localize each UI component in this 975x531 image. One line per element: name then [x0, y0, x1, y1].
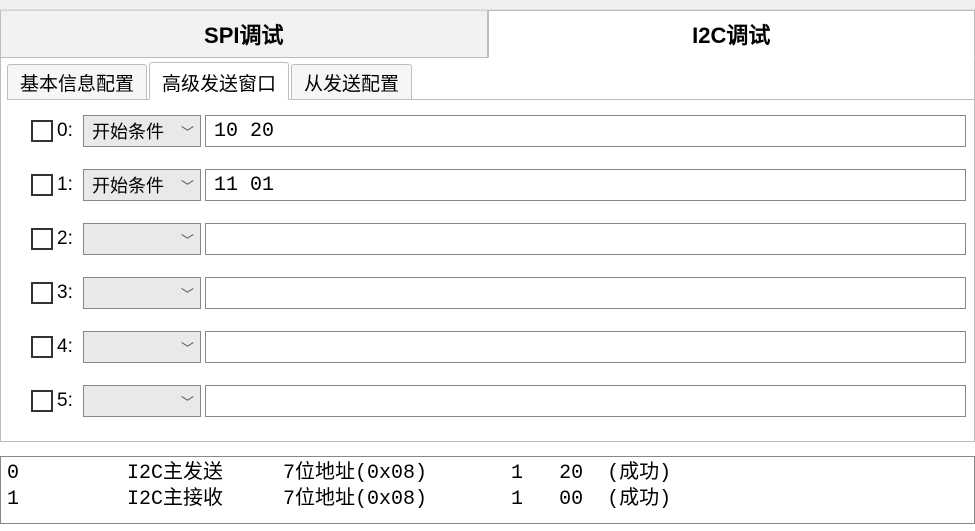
send-row: 1: 开始条件 ﹀: [31, 168, 966, 202]
row-index-label: 1:: [57, 174, 83, 196]
log-output[interactable]: 0 I2C主发送 7位地址(0x08) 1 20 (成功) 1 I2C主接收 7…: [0, 456, 975, 524]
row-condition-select[interactable]: ﹀: [83, 223, 201, 255]
tab-i2c[interactable]: I2C调试: [488, 10, 975, 58]
row-checkbox[interactable]: [31, 120, 53, 142]
log-line: 1 I2C主接收 7位地址(0x08) 1 00 (成功): [7, 488, 671, 511]
row-condition-select[interactable]: 开始条件 ﹀: [83, 115, 201, 147]
row-condition-select[interactable]: ﹀: [83, 331, 201, 363]
tab-basic-config-label: 基本信息配置: [20, 74, 134, 95]
row-condition-select[interactable]: ﹀: [83, 277, 201, 309]
row-checkbox[interactable]: [31, 174, 53, 196]
chevron-down-icon: ﹀: [181, 122, 194, 141]
toolbar-strip: [0, 0, 975, 10]
tab-spi-label: SPI调试: [204, 18, 283, 50]
row-index-label: 4:: [57, 336, 83, 358]
row-data-input[interactable]: [205, 223, 966, 255]
send-rows: 0: 开始条件 ﹀ 1: 开始条件 ﹀ 2: ﹀: [31, 114, 966, 418]
row-checkbox[interactable]: [31, 390, 53, 412]
chevron-down-icon: ﹀: [181, 230, 194, 249]
row-data-input[interactable]: [205, 331, 966, 363]
chevron-down-icon: ﹀: [181, 176, 194, 195]
advanced-send-panel: 0: 开始条件 ﹀ 1: 开始条件 ﹀ 2: ﹀: [0, 100, 975, 442]
send-row: 3: ﹀: [31, 276, 966, 310]
send-row: 0: 开始条件 ﹀: [31, 114, 966, 148]
row-data-input[interactable]: [205, 385, 966, 417]
tab-i2c-label: I2C调试: [692, 18, 770, 50]
main-tabs: SPI调试 I2C调试: [0, 10, 975, 58]
log-line: 0 I2C主发送 7位地址(0x08) 1 20 (成功): [7, 462, 671, 485]
row-index-label: 2:: [57, 228, 83, 250]
chevron-down-icon: ﹀: [181, 284, 194, 303]
row-data-input[interactable]: [205, 115, 966, 147]
row-checkbox[interactable]: [31, 282, 53, 304]
row-data-input[interactable]: [205, 277, 966, 309]
sub-tabs-container: 基本信息配置 高级发送窗口 从发送配置: [0, 58, 975, 100]
row-condition-value: 开始条件: [92, 172, 164, 198]
tab-basic-config[interactable]: 基本信息配置: [7, 64, 147, 100]
row-index-label: 5:: [57, 390, 83, 412]
send-row: 5: ﹀: [31, 384, 966, 418]
send-row: 4: ﹀: [31, 330, 966, 364]
chevron-down-icon: ﹀: [181, 338, 194, 357]
chevron-down-icon: ﹀: [181, 392, 194, 411]
row-condition-value: 开始条件: [92, 118, 164, 144]
send-row: 2: ﹀: [31, 222, 966, 256]
sub-tabs: 基本信息配置 高级发送窗口 从发送配置: [7, 64, 974, 100]
tab-spi[interactable]: SPI调试: [0, 10, 488, 58]
tab-slave-send-config-label: 从发送配置: [304, 74, 399, 95]
row-data-input[interactable]: [205, 169, 966, 201]
tab-advanced-send-label: 高级发送窗口: [162, 74, 276, 95]
row-condition-select[interactable]: ﹀: [83, 385, 201, 417]
tab-advanced-send[interactable]: 高级发送窗口: [149, 62, 289, 100]
row-checkbox[interactable]: [31, 228, 53, 250]
row-index-label: 3:: [57, 282, 83, 304]
row-checkbox[interactable]: [31, 336, 53, 358]
row-condition-select[interactable]: 开始条件 ﹀: [83, 169, 201, 201]
tab-slave-send-config[interactable]: 从发送配置: [291, 64, 412, 100]
row-index-label: 0:: [57, 120, 83, 142]
